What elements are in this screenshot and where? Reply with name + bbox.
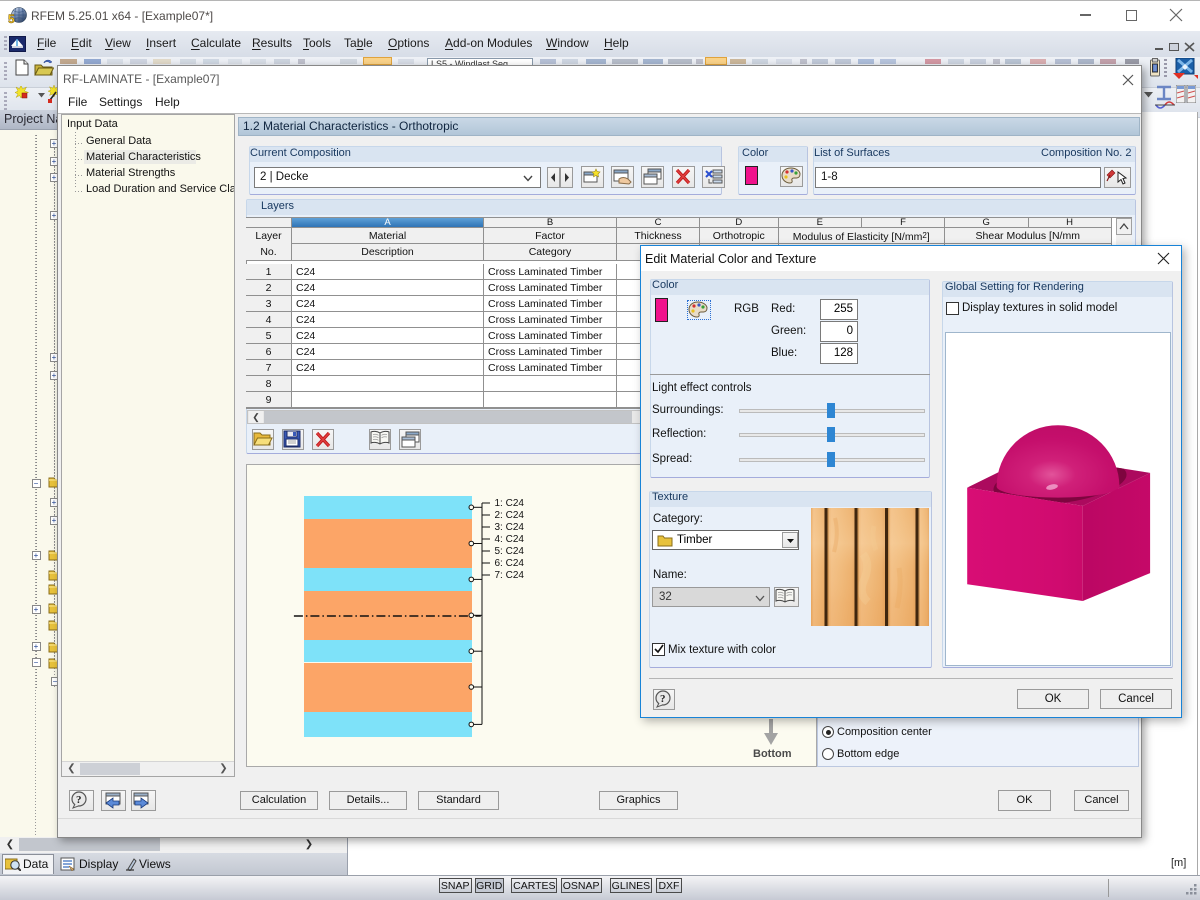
svg-text:?: ? xyxy=(660,693,666,705)
svg-text:5: 5 xyxy=(8,12,15,24)
svg-text:?: ? xyxy=(76,794,82,806)
